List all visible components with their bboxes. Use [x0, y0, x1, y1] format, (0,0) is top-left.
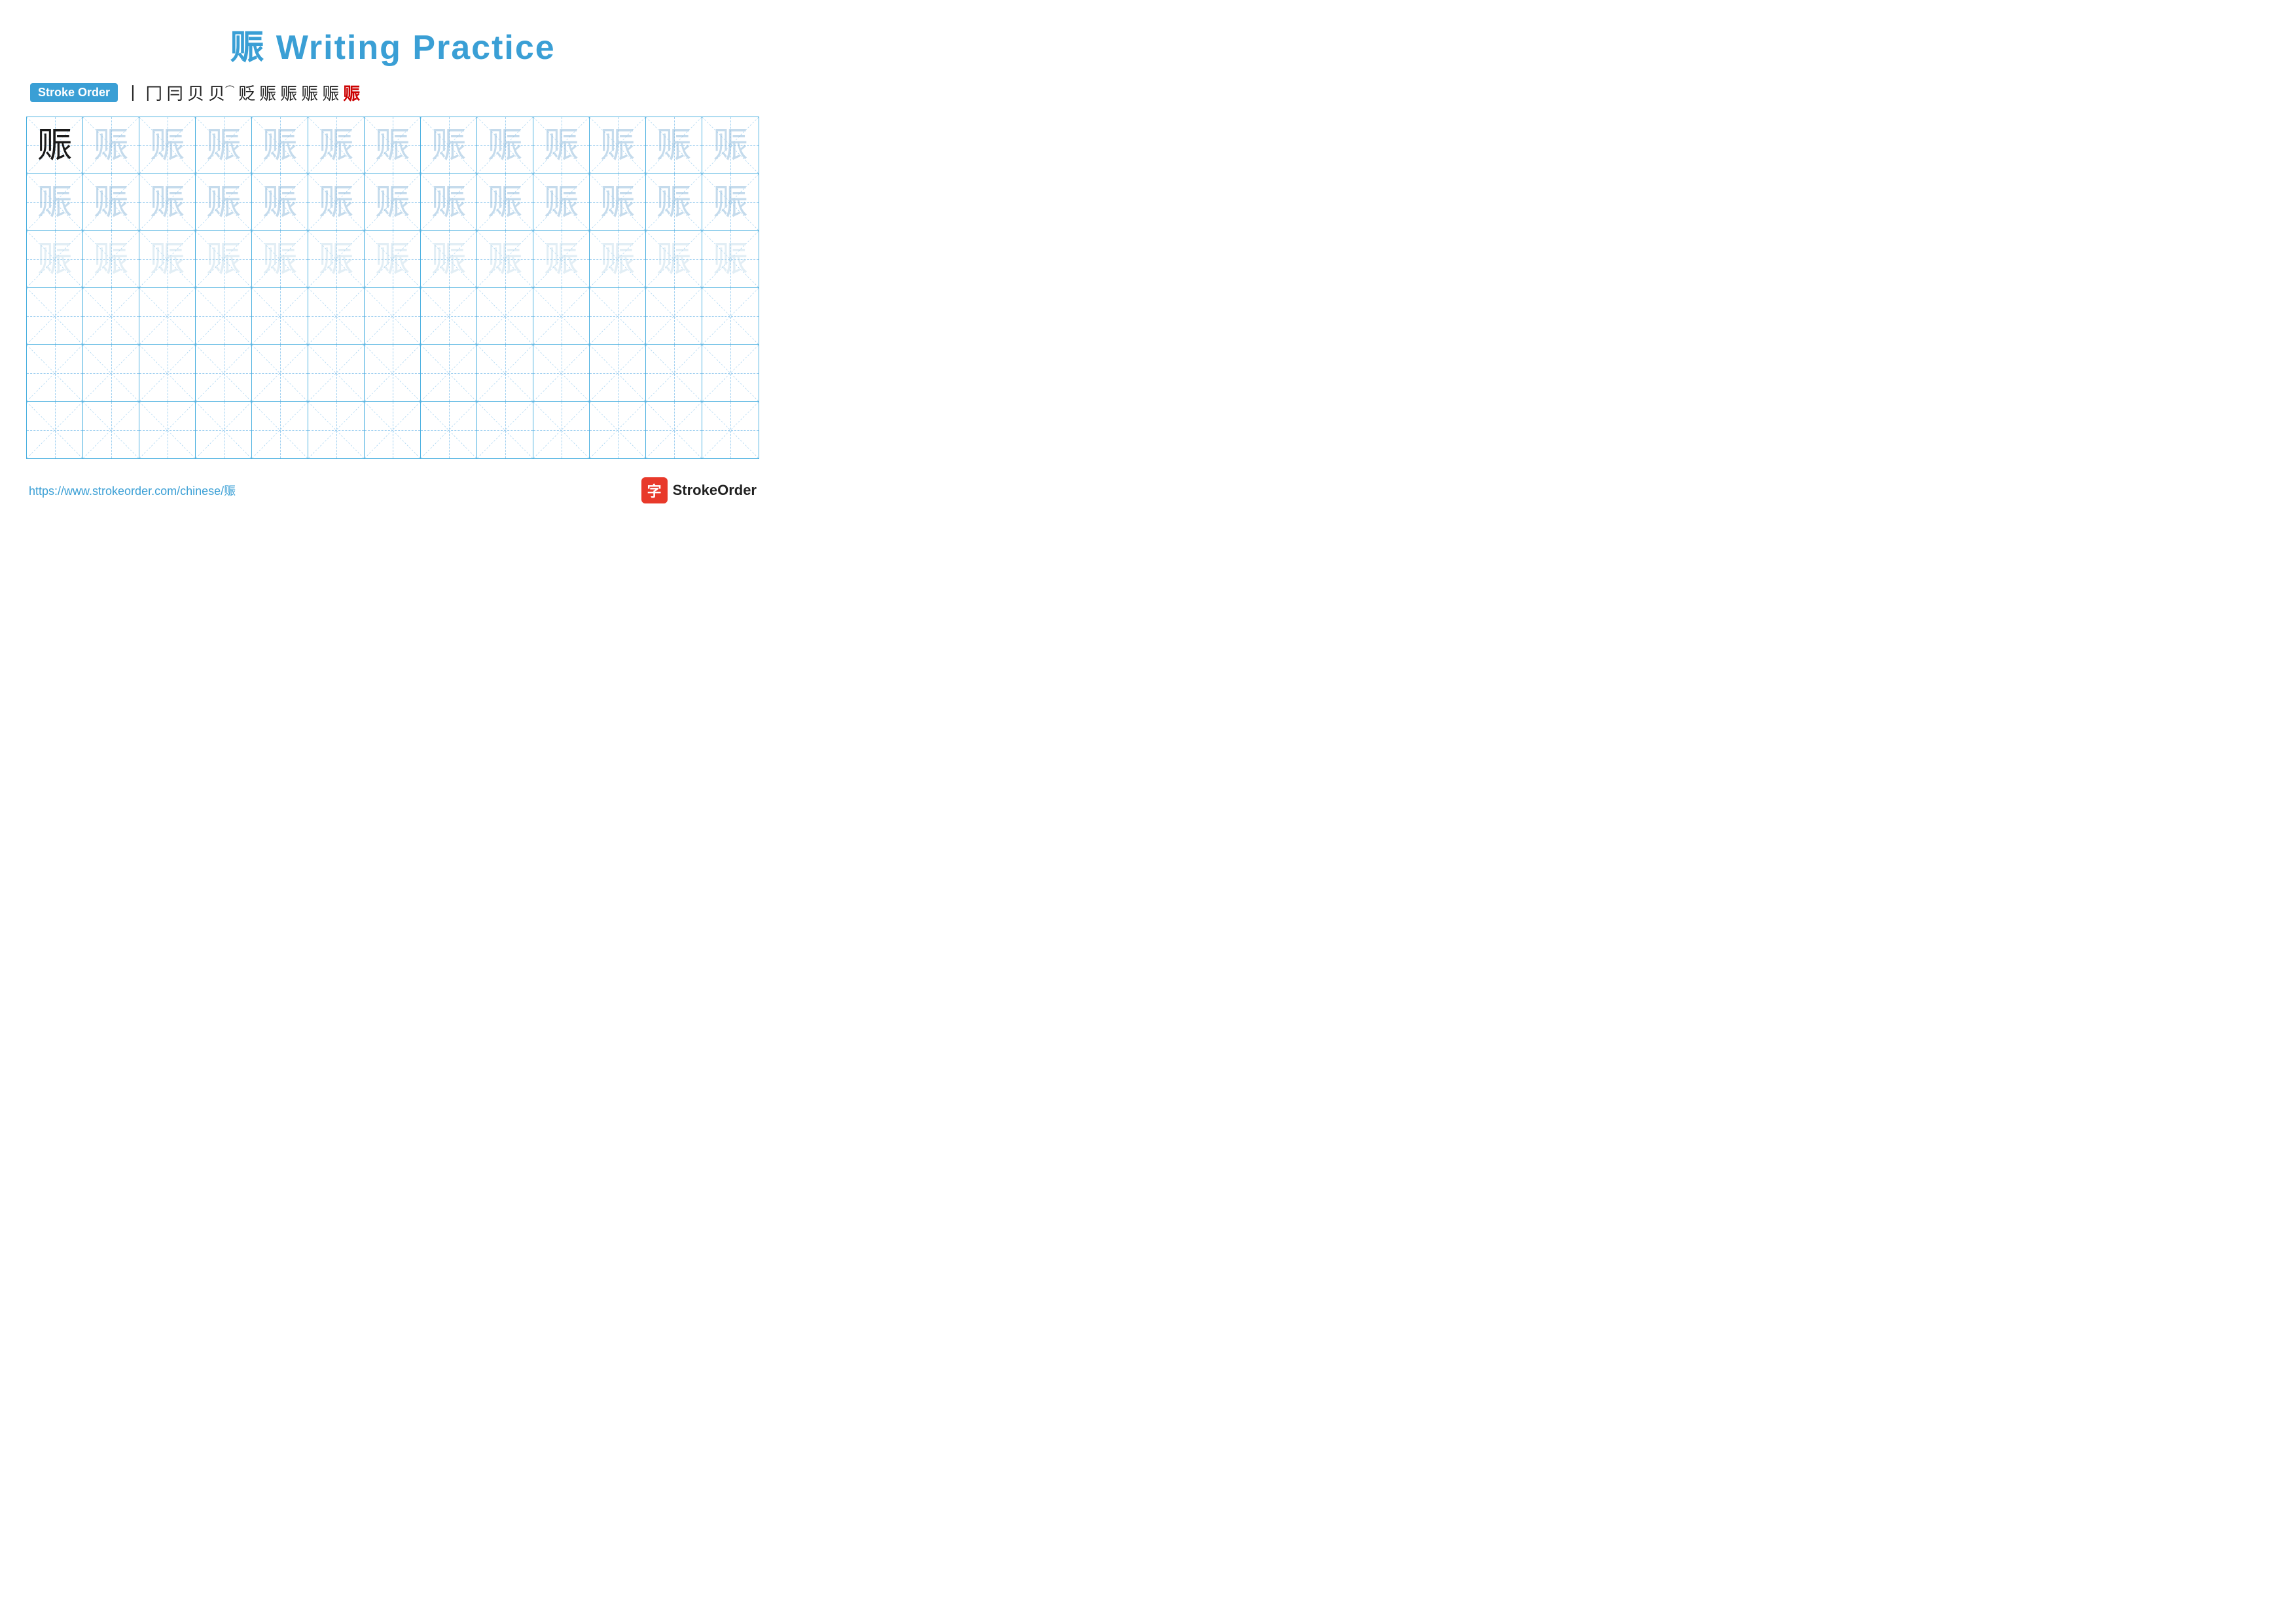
grid-cell[interactable]: 赈: [533, 174, 590, 230]
grid-cell[interactable]: [702, 402, 759, 458]
grid-cell[interactable]: 赈: [83, 174, 139, 230]
grid-cell[interactable]: 赈: [139, 117, 196, 173]
grid-cell[interactable]: [533, 288, 590, 344]
grid-cell[interactable]: 赈: [421, 231, 477, 287]
grid-cell[interactable]: 赈: [196, 231, 252, 287]
grid-cell[interactable]: 赈: [252, 117, 308, 173]
grid-cell[interactable]: 赈: [477, 117, 533, 173]
grid-row: [27, 402, 759, 458]
grid-cell[interactable]: 赈: [477, 231, 533, 287]
grid-cell[interactable]: [139, 345, 196, 401]
grid-cell[interactable]: [252, 402, 308, 458]
grid-cell[interactable]: [646, 288, 702, 344]
grid-cell[interactable]: [252, 345, 308, 401]
stroke-chars: 丨 冂 冃 贝 贝⌒ 贬 赈 赈 赈 赈 赈: [124, 81, 360, 105]
grid-cell[interactable]: [702, 345, 759, 401]
logo-icon: 字: [641, 477, 668, 503]
grid-cell[interactable]: 赈: [27, 231, 83, 287]
footer: https://www.strokeorder.com/chinese/赈 字 …: [26, 477, 759, 503]
grid-cell[interactable]: [646, 402, 702, 458]
grid-cell[interactable]: 赈: [421, 174, 477, 230]
grid-row: [27, 288, 759, 345]
grid-cell[interactable]: [27, 345, 83, 401]
grid-cell[interactable]: [139, 288, 196, 344]
grid-cell[interactable]: 赈: [308, 174, 365, 230]
grid-cell[interactable]: [27, 288, 83, 344]
grid-cell[interactable]: 赈: [252, 174, 308, 230]
grid-cell[interactable]: [533, 402, 590, 458]
grid-cell[interactable]: 赈: [308, 117, 365, 173]
grid-cell[interactable]: [590, 402, 646, 458]
grid-cell[interactable]: 赈: [646, 231, 702, 287]
grid-cell[interactable]: 赈: [365, 174, 421, 230]
grid-cell[interactable]: [252, 288, 308, 344]
grid-cell[interactable]: [308, 288, 365, 344]
grid-cell[interactable]: 赈: [646, 117, 702, 173]
grid-row: 赈 赈 赈: [27, 231, 759, 288]
grid-cell[interactable]: [702, 288, 759, 344]
grid-cell[interactable]: 赈: [308, 231, 365, 287]
grid-cell[interactable]: [421, 402, 477, 458]
grid-row: 赈 赈 赈: [27, 117, 759, 174]
logo-text: StrokeOrder: [673, 482, 757, 499]
grid-cell[interactable]: 赈: [27, 174, 83, 230]
grid-cell[interactable]: [308, 345, 365, 401]
grid-cell[interactable]: 赈: [590, 117, 646, 173]
grid-cell[interactable]: [477, 345, 533, 401]
grid-row: 赈 赈 赈: [27, 174, 759, 231]
grid-cell[interactable]: [196, 345, 252, 401]
grid-cell[interactable]: 赈: [83, 117, 139, 173]
grid-cell[interactable]: [421, 345, 477, 401]
grid-cell[interactable]: [365, 288, 421, 344]
grid-cell[interactable]: [477, 402, 533, 458]
grid-cell[interactable]: [196, 288, 252, 344]
grid-row: [27, 345, 759, 402]
writing-grid: 赈 赈 赈: [26, 117, 759, 459]
grid-cell[interactable]: [365, 402, 421, 458]
grid-cell[interactable]: 赈: [196, 117, 252, 173]
stroke-order-badge: Stroke Order: [30, 83, 118, 102]
grid-cell[interactable]: [139, 402, 196, 458]
grid-cell[interactable]: [590, 288, 646, 344]
page-title: 赈 Writing Practice: [26, 20, 759, 69]
grid-cell[interactable]: 赈: [27, 117, 83, 173]
stroke-order-row: Stroke Order 丨 冂 冃 贝 贝⌒ 贬 赈 赈 赈 赈 赈: [26, 81, 759, 105]
grid-cell[interactable]: 赈: [252, 231, 308, 287]
footer-logo: 字 StrokeOrder: [641, 477, 757, 503]
grid-cell[interactable]: [83, 402, 139, 458]
grid-cell[interactable]: 赈: [702, 117, 759, 173]
grid-cell[interactable]: 赈: [702, 174, 759, 230]
grid-cell[interactable]: [421, 288, 477, 344]
grid-cell[interactable]: 赈: [533, 117, 590, 173]
grid-cell[interactable]: [196, 402, 252, 458]
grid-cell[interactable]: 赈: [702, 231, 759, 287]
grid-cell[interactable]: 赈: [365, 117, 421, 173]
grid-cell[interactable]: [27, 402, 83, 458]
grid-cell[interactable]: 赈: [139, 231, 196, 287]
grid-cell[interactable]: [533, 345, 590, 401]
grid-cell[interactable]: [83, 288, 139, 344]
grid-cell[interactable]: 赈: [590, 231, 646, 287]
grid-cell[interactable]: [590, 345, 646, 401]
grid-cell[interactable]: 赈: [590, 174, 646, 230]
grid-cell[interactable]: [83, 345, 139, 401]
grid-cell[interactable]: 赈: [421, 117, 477, 173]
grid-cell[interactable]: [477, 288, 533, 344]
grid-cell[interactable]: 赈: [533, 231, 590, 287]
grid-cell[interactable]: 赈: [365, 231, 421, 287]
grid-cell[interactable]: 赈: [477, 174, 533, 230]
grid-cell[interactable]: 赈: [646, 174, 702, 230]
website-link[interactable]: https://www.strokeorder.com/chinese/赈: [29, 482, 236, 499]
grid-cell[interactable]: [365, 345, 421, 401]
grid-cell[interactable]: 赈: [83, 231, 139, 287]
grid-cell[interactable]: [646, 345, 702, 401]
grid-cell[interactable]: 赈: [139, 174, 196, 230]
grid-cell[interactable]: [308, 402, 365, 458]
grid-cell[interactable]: 赈: [196, 174, 252, 230]
